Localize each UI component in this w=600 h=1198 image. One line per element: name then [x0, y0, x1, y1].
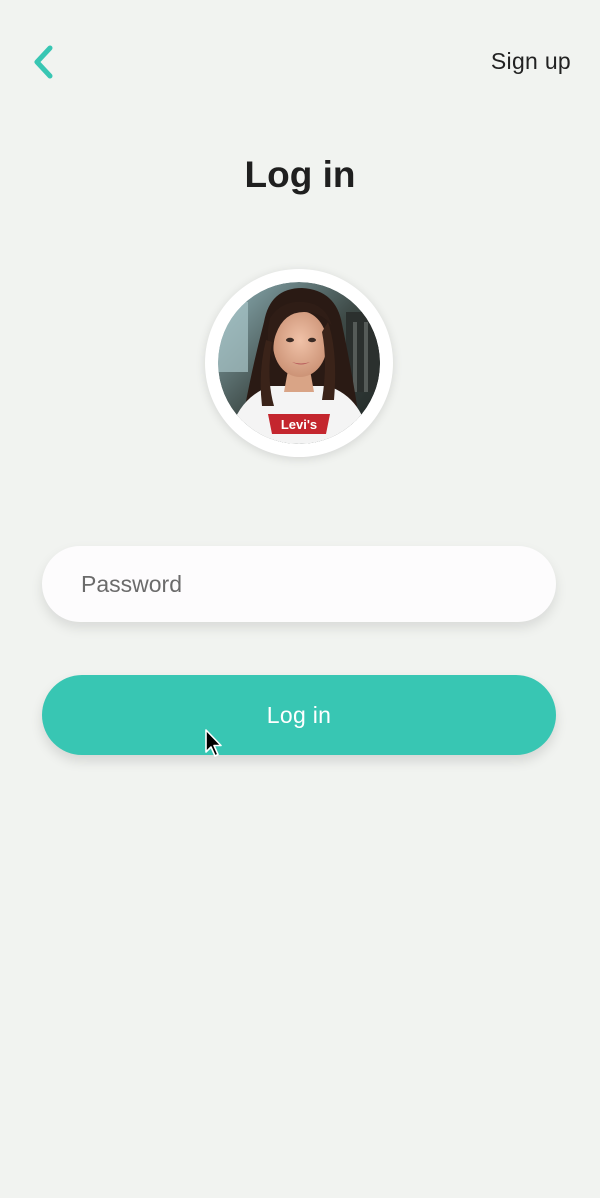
password-field[interactable] — [42, 546, 556, 622]
password-input[interactable] — [81, 570, 521, 598]
login-button[interactable]: Log in — [42, 675, 556, 755]
sign-up-link[interactable]: Sign up — [491, 44, 571, 78]
chevron-left-icon — [34, 45, 53, 79]
back-button[interactable] — [24, 40, 64, 84]
page-title: Log in — [244, 154, 356, 195]
avatar: Levi's — [218, 282, 380, 444]
avatar-frame: Levi's — [205, 269, 393, 457]
login-screen: Sign up Log in Levi's Log in — [0, 0, 600, 1198]
shirt-logo-text: Levi's — [281, 417, 317, 432]
